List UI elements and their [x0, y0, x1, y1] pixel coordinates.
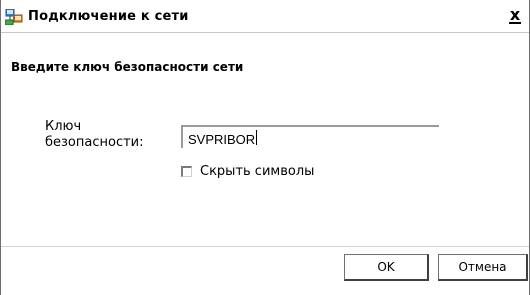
- hide-characters-label: Скрыть символы: [200, 163, 315, 179]
- cancel-button[interactable]: Отмена: [438, 254, 528, 281]
- title-divider: [1, 32, 529, 33]
- dialog-heading: Введите ключ безопасности сети: [11, 60, 244, 74]
- close-button[interactable]: x: [507, 6, 523, 24]
- security-key-label: Ключ безопасности:: [45, 119, 155, 151]
- footer-divider: [1, 246, 529, 247]
- security-key-label-line2: безопасности:: [45, 135, 144, 150]
- network-icon: [4, 8, 23, 26]
- network-connect-dialog: Подключение к сети x Введите ключ безопа…: [0, 0, 530, 295]
- hide-characters-checkbox[interactable]: [181, 165, 192, 177]
- window-title: Подключение к сети: [28, 9, 189, 24]
- security-key-label-line1: Ключ: [45, 119, 82, 134]
- ok-button[interactable]: OK: [344, 254, 429, 281]
- hide-characters-checkbox-row[interactable]: Скрыть символы: [181, 163, 314, 179]
- text-caret: [256, 130, 258, 145]
- title-bar: Подключение к сети x: [1, 0, 529, 31]
- security-key-input[interactable]: [181, 125, 439, 148]
